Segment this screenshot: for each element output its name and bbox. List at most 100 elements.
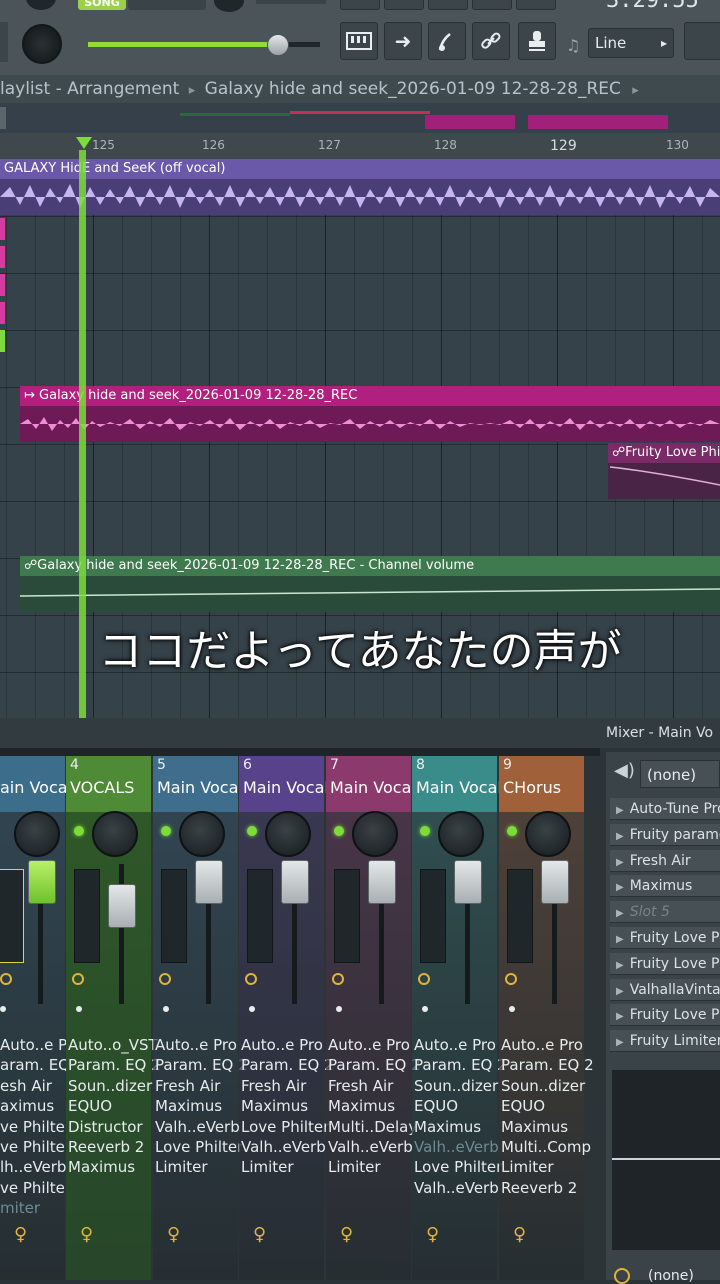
pan-knob[interactable] (525, 811, 571, 857)
fx-slot-label[interactable]: Valh..eVerb (241, 1138, 326, 1156)
fx-slot-label[interactable]: Maximus (155, 1097, 222, 1115)
clip-off-vocal-header[interactable]: GALAXY HidE and SeeK (off vocal) (0, 159, 720, 179)
fx-slot-label[interactable]: Distructor (68, 1118, 143, 1136)
fx-slot-label[interactable]: miter (0, 1199, 40, 1217)
playhead-marker-icon[interactable] (76, 137, 92, 149)
timeline-ruler[interactable]: 125 126 127 128 129 130 (0, 133, 720, 160)
overview-left-handle[interactable] (0, 107, 6, 129)
fx-slot-label[interactable]: Param. EQ 2 (328, 1056, 421, 1074)
fx-slot-label[interactable]: Fresh Air (155, 1077, 220, 1095)
master-pitch-knob[interactable] (22, 24, 62, 64)
volume-fader[interactable] (541, 860, 569, 904)
fx-slot-label[interactable]: Fresh Air (241, 1077, 306, 1095)
eq-graph[interactable] (612, 1070, 720, 1250)
fx-slot-label[interactable]: Reeverb 2 (501, 1179, 577, 1197)
fx-slot[interactable]: ▶ Fruity Limiter (610, 1030, 720, 1053)
fx-slot-label[interactable]: Multi..Delay (328, 1118, 417, 1136)
toolbar-top-button-2[interactable] (384, 0, 424, 10)
tempo-knob[interactable] (214, 0, 244, 12)
fx-slot-label[interactable]: Valh..eVerb (328, 1138, 413, 1156)
toolbar-top-button-3[interactable] (428, 0, 468, 10)
volume-fader[interactable] (454, 860, 482, 904)
clip-love-philter-body[interactable] (608, 463, 720, 499)
fx-slot-label[interactable]: Soun..dizer (414, 1077, 498, 1095)
playlist-overview[interactable] (0, 103, 720, 133)
fx-slot-label[interactable]: ve Philter (0, 1118, 71, 1136)
fx-slot[interactable]: ▶ Maximus (610, 875, 720, 898)
fx-slot-label[interactable]: Auto..e Pro (328, 1036, 410, 1054)
metronome-button[interactable] (428, 22, 466, 60)
pan-knob[interactable] (265, 811, 311, 857)
clip-channel-volume-header[interactable]: ☍Galaxy hide and seek_2026-01-09 12-28-2… (20, 556, 720, 576)
output-select[interactable]: (none) (648, 1268, 694, 1284)
mixer-strip[interactable]: 9 CHorus ♀ Auto..e Pro Param. EQ 2 Soun..dize… (499, 756, 594, 1280)
route-bulb-icon[interactable]: ♀ (167, 1224, 180, 1245)
strip-enable-led[interactable] (247, 826, 257, 836)
fx-slot-label[interactable]: Param. EQ 2 (68, 1056, 161, 1074)
record-knob[interactable] (26, 0, 56, 10)
fx-slot-label[interactable]: Valh..eVerb (414, 1179, 499, 1197)
clip-love-philter-header[interactable]: ☍Fruity Love Phil (608, 443, 720, 463)
pan-knob[interactable] (179, 811, 225, 857)
fx-slot[interactable]: ▶ Fruity Love Ph (610, 1004, 720, 1027)
fx-slot-label[interactable]: Valh..eVerb (155, 1118, 240, 1136)
fx-slot-label[interactable]: Param. EQ 2 (155, 1056, 248, 1074)
pan-knob[interactable] (92, 811, 138, 857)
fx-slot-label[interactable]: Maximus (414, 1118, 481, 1136)
fx-slot[interactable]: ▶ Slot 5 (610, 901, 720, 924)
fx-slot-label[interactable]: ve Philter (0, 1138, 71, 1156)
fx-slot[interactable]: ▶ Fruity Love Ph (610, 952, 720, 975)
route-bulb-icon[interactable]: ♀ (426, 1224, 439, 1245)
fx-slot-label[interactable]: Auto..e Pro (155, 1036, 237, 1054)
clip-rec-header[interactable]: ↦ Galaxy hide and seek_2026-01-09 12-28-… (20, 386, 720, 406)
snap-select[interactable]: Line ▸ (588, 28, 674, 58)
toolbar-top-button-5[interactable] (516, 0, 556, 10)
fx-slot-label[interactable]: Limiter (328, 1158, 381, 1176)
strip-enable-led[interactable] (334, 826, 344, 836)
fx-slot[interactable]: ▶ Fresh Air (610, 849, 720, 872)
strip-enable-led[interactable] (161, 826, 171, 836)
fx-slot-label[interactable]: Reeverb 2 (68, 1138, 144, 1156)
pattern-mode-button[interactable] (128, 0, 206, 10)
fx-slot-label[interactable]: Maximus (501, 1118, 568, 1136)
fx-slot-label[interactable]: aximus (0, 1097, 54, 1115)
fx-slot[interactable]: ▶ ValhallaVintag (610, 978, 720, 1001)
step-edit-button[interactable]: ➜ (384, 22, 422, 60)
typing-keyboard-button[interactable] (340, 22, 378, 60)
fx-slot[interactable]: ▶ Fruity Love Ph (610, 927, 720, 949)
fx-slot[interactable]: ▶ Auto-Tune Pro (610, 798, 720, 820)
strip-enable-led[interactable] (74, 826, 84, 836)
fx-slot-label[interactable]: Multi..Comp (501, 1138, 591, 1156)
fx-slot-label[interactable]: esh Air (0, 1077, 52, 1095)
route-bulb-icon[interactable]: ♀ (80, 1224, 93, 1245)
fx-slot-label[interactable]: Auto..e Pro (241, 1036, 323, 1054)
fx-slot-label[interactable]: Param. EQ 2 (241, 1056, 334, 1074)
mixer-strip[interactable]: 4 VOCALS ♀ Auto..o_VST Param. EQ 2 Soun..dize… (66, 756, 161, 1280)
route-bulb-icon[interactable]: ♀ (253, 1224, 266, 1245)
fx-slot-label[interactable]: Param. EQ 2 (414, 1056, 507, 1074)
fx-slot[interactable]: ▶ Fruity parame (610, 823, 720, 846)
strip-enable-led[interactable] (507, 826, 517, 836)
fx-slot-label[interactable]: Limiter (155, 1158, 208, 1176)
stamp-button[interactable] (518, 22, 556, 60)
fx-slot-label[interactable]: EQUO (501, 1097, 545, 1115)
input-select[interactable]: (none) (640, 760, 720, 788)
mixer-strip[interactable]: 6 Main Vocal ♀ Auto..e Pro Param. EQ 2 Fresh … (239, 756, 334, 1280)
mixer-strip[interactable]: ain Vocal ♀ Auto..e Pro aram. EQ 2 esh Air ax… (0, 756, 84, 1280)
mixer-strip[interactable]: 5 Main Vocal ♀ Auto..e Pro Param. EQ 2 Fresh … (153, 756, 248, 1280)
fx-slot-label[interactable]: EQUO (414, 1097, 458, 1115)
fx-slot-label[interactable]: Auto..e Pro (501, 1036, 583, 1054)
fx-slot-label[interactable]: Param. EQ 2 (501, 1056, 594, 1074)
toolbar-right-button[interactable] (684, 22, 720, 60)
pan-knob[interactable] (14, 811, 60, 857)
link-button[interactable] (472, 22, 510, 60)
fx-slot-label[interactable]: Auto..e Pro (414, 1036, 496, 1054)
toolbar-top-button-4[interactable] (472, 0, 512, 10)
pan-knob[interactable] (438, 811, 484, 857)
fx-slot-label[interactable]: Maximus (241, 1097, 308, 1115)
mixer-strip[interactable]: 7 Main Vocal ♀ Auto..e Pro Param. EQ 2 Fresh … (326, 756, 421, 1280)
volume-fader[interactable] (28, 860, 56, 904)
fx-slot-label[interactable]: EQUO (68, 1097, 112, 1115)
master-volume-slider[interactable] (267, 34, 289, 56)
fx-slot-label[interactable]: Limiter (501, 1158, 554, 1176)
